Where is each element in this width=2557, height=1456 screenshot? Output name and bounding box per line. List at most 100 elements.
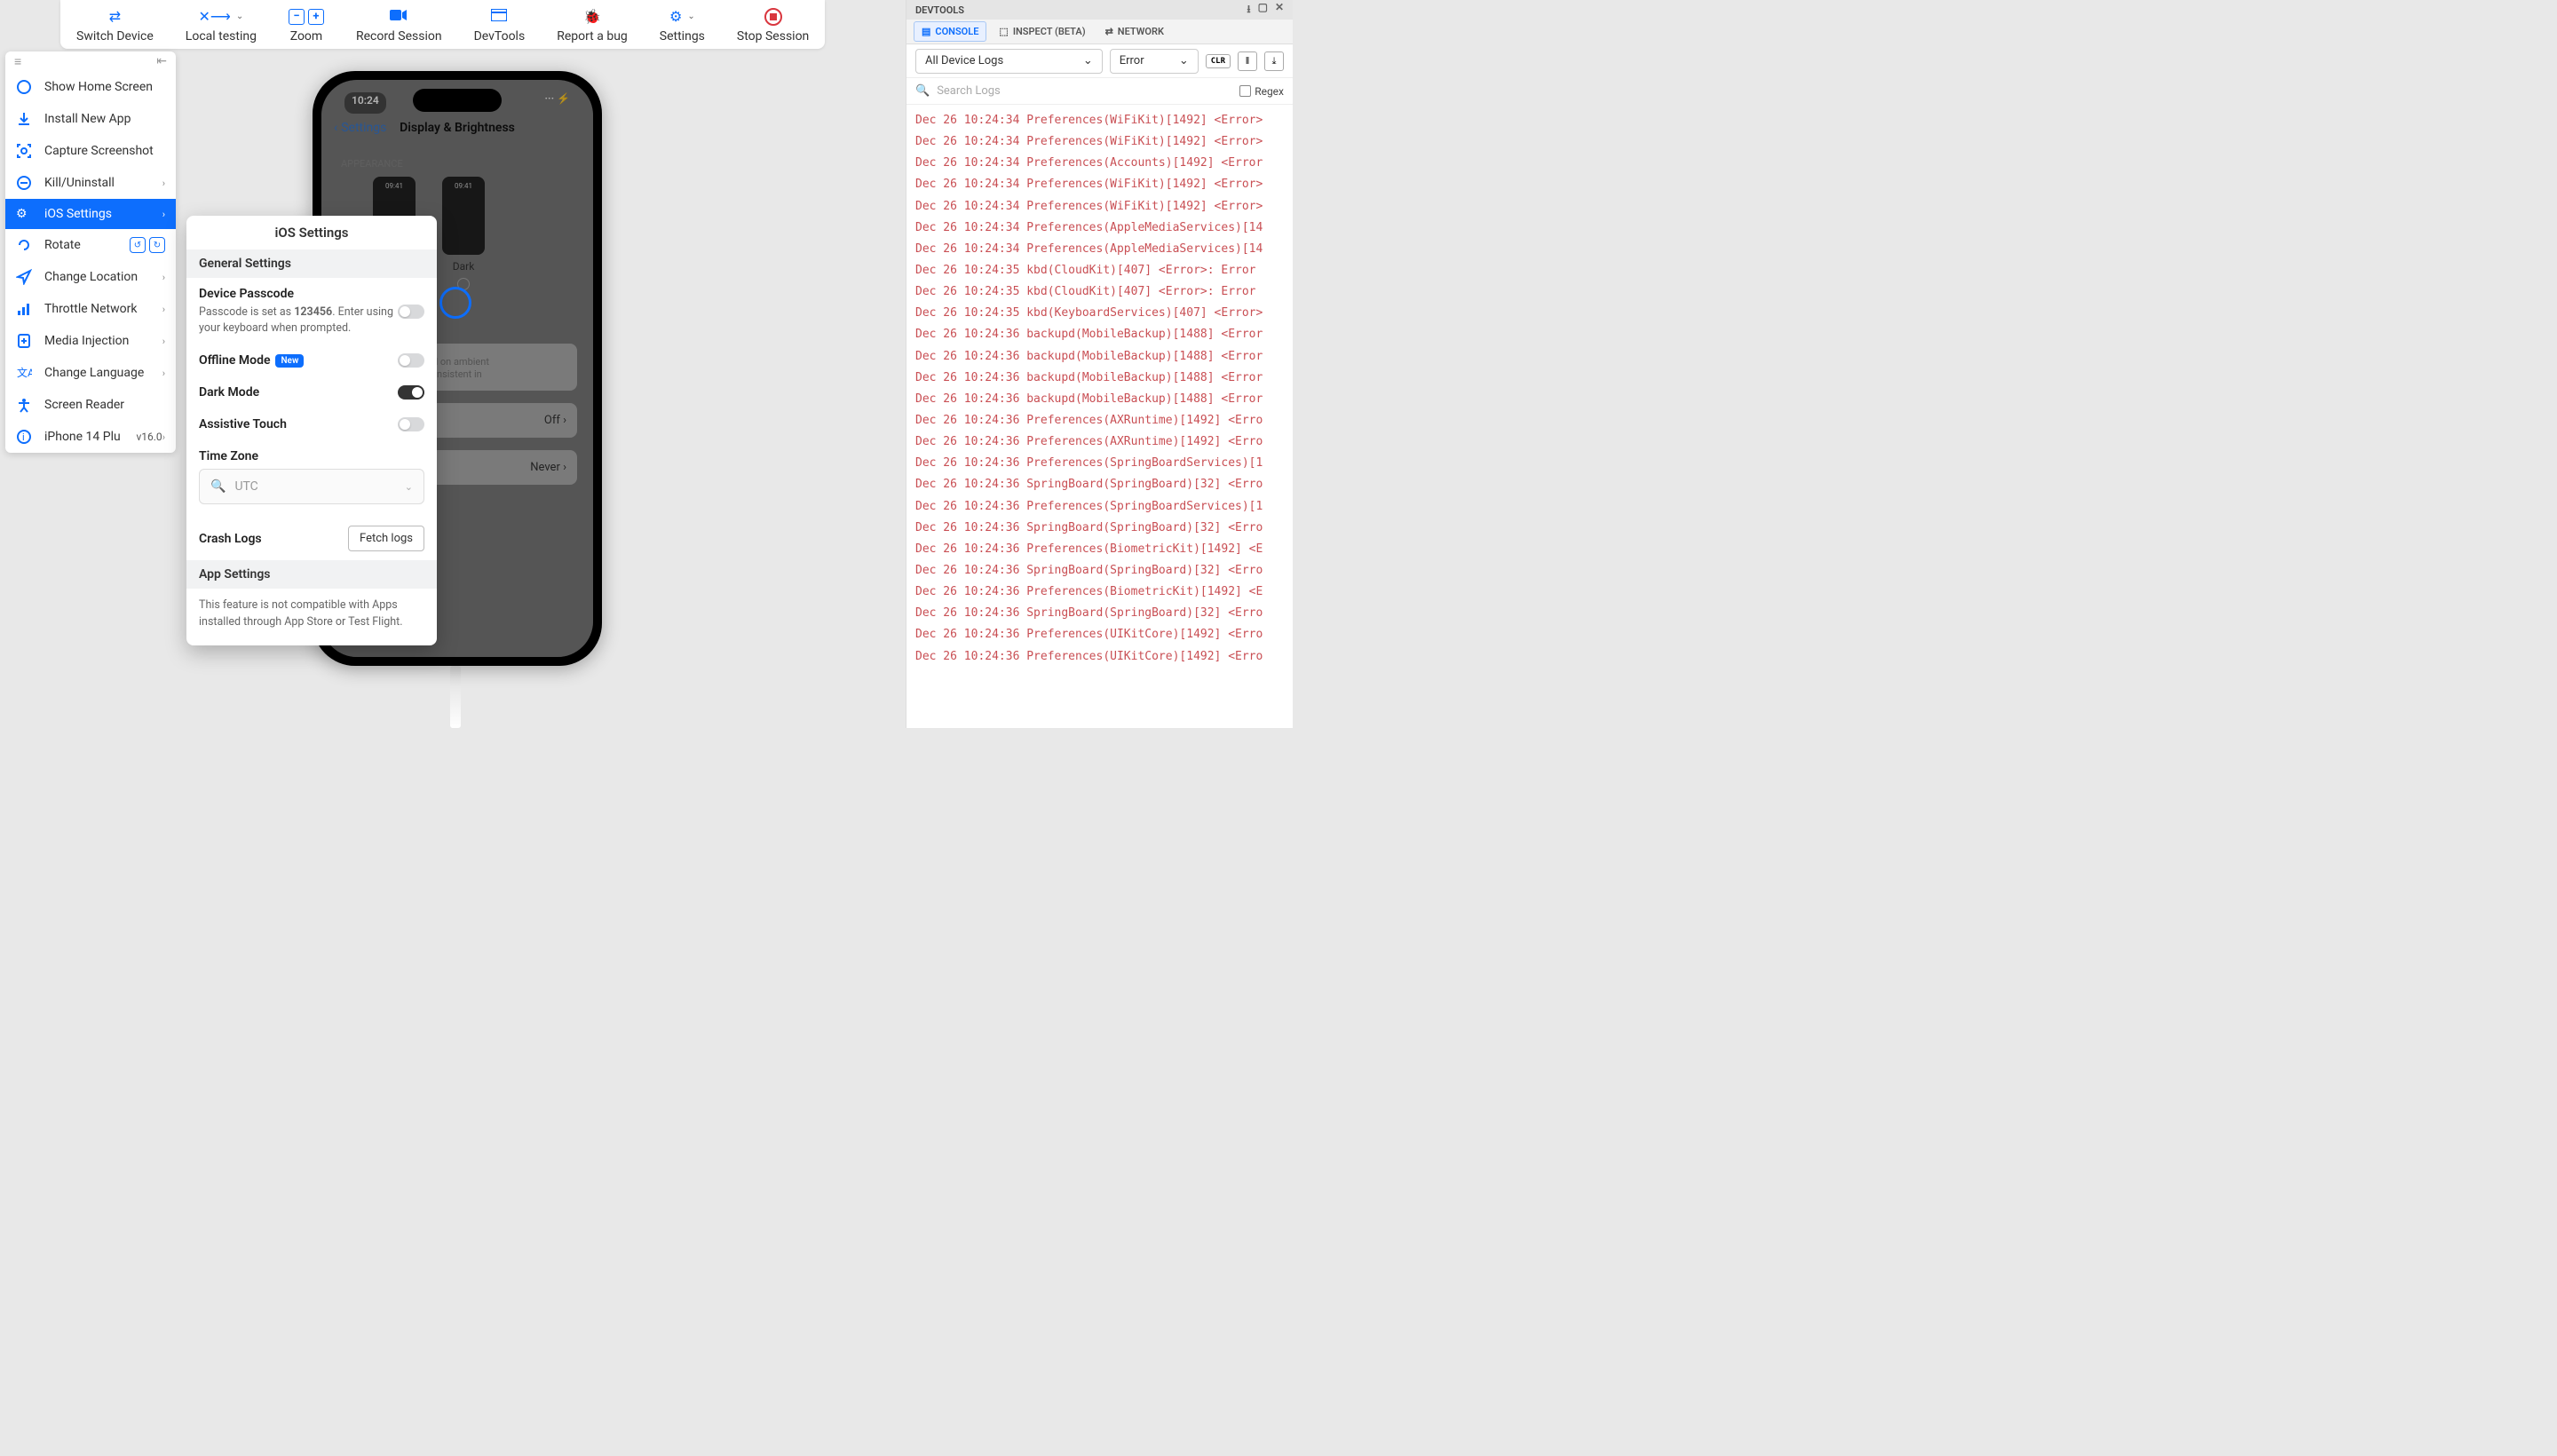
sidebar-item-device-info[interactable]: i iPhone 14 Plu v16.0 › [5, 421, 176, 453]
sidebar-item-screenshot[interactable]: Capture Screenshot [5, 135, 176, 167]
log-line[interactable]: Dec 26 10:24:34 Preferences(AppleMediaSe… [906, 239, 1293, 260]
log-line[interactable]: Dec 26 10:24:36 Preferences(UIKitCore)[1… [906, 624, 1293, 645]
log-search[interactable]: 🔍 Search Logs Regex [906, 78, 1293, 105]
devtools-button[interactable]: DevTools [458, 0, 542, 49]
settings-label: Settings [660, 29, 705, 44]
maximize-icon[interactable]: ▢ [1258, 1, 1268, 20]
tab-console[interactable]: ▤CONSOLE [914, 21, 986, 42]
dark-mode-title: Dark Mode [199, 385, 398, 400]
log-line[interactable]: Dec 26 10:24:36 backupd(MobileBackup)[14… [906, 368, 1293, 389]
log-level-select[interactable]: Error⌄ [1110, 49, 1199, 74]
chevron-right-icon: › [162, 431, 165, 443]
log-line[interactable]: Dec 26 10:24:36 SpringBoard(SpringBoard)… [906, 560, 1293, 582]
log-line[interactable]: Dec 26 10:24:36 Preferences(SpringBoardS… [906, 453, 1293, 474]
fetch-logs-button[interactable]: Fetch logs [348, 526, 424, 551]
log-line[interactable]: Dec 26 10:24:36 SpringBoard(SpringBoard)… [906, 518, 1293, 539]
offline-toggle[interactable] [398, 353, 424, 368]
log-line[interactable]: Dec 26 10:24:36 Preferences(AXRuntime)[1… [906, 431, 1293, 453]
close-icon[interactable]: ✕ [1275, 1, 1284, 20]
switch-device-button[interactable]: ⇄ Switch Device [60, 0, 170, 49]
log-line[interactable]: Dec 26 10:24:35 kbd(CloudKit)[407] <Erro… [906, 281, 1293, 303]
log-line[interactable]: Dec 26 10:24:36 backupd(MobileBackup)[14… [906, 324, 1293, 345]
rotate-right-button[interactable]: ↻ [149, 237, 165, 253]
log-line[interactable]: Dec 26 10:24:36 Preferences(SpringBoardS… [906, 496, 1293, 518]
sidebar-item-language[interactable]: 文A Change Language › [5, 357, 176, 389]
log-line[interactable]: Dec 26 10:24:36 backupd(MobileBackup)[14… [906, 389, 1293, 410]
rotate-icon [16, 237, 37, 253]
loading-spinner-icon [439, 287, 471, 319]
pause-button[interactable]: ‖ [1238, 51, 1257, 71]
log-line[interactable]: Dec 26 10:24:36 Preferences(BiometricKit… [906, 582, 1293, 603]
console-output[interactable]: Dec 26 10:24:34 Preferences(WiFiKit)[149… [906, 105, 1293, 728]
circle-icon [16, 79, 37, 95]
devtools-filters: All Device Logs⌄ Error⌄ CLR ‖ ⤓ [906, 44, 1293, 78]
zoom-label: Zoom [290, 29, 323, 44]
log-line[interactable]: Dec 26 10:24:34 Preferences(WiFiKit)[149… [906, 174, 1293, 195]
sidebar-label: Change Location [44, 270, 162, 284]
capture-icon [16, 143, 37, 159]
timezone-select[interactable]: 🔍 UTC ⌄ [199, 469, 424, 504]
log-source-select[interactable]: All Device Logs⌄ [915, 49, 1103, 74]
download-icon[interactable]: ⭳ [1247, 1, 1250, 20]
tab-network[interactable]: ⇄NETWORK [1098, 22, 1171, 41]
regex-checkbox[interactable]: Regex [1239, 85, 1284, 98]
assistive-toggle[interactable] [398, 417, 424, 431]
gear-icon: ⚙ [669, 8, 682, 25]
chevron-right-icon: › [162, 304, 165, 315]
sidebar-item-install[interactable]: Install New App [5, 103, 176, 135]
log-line[interactable]: Dec 26 10:24:36 SpringBoard(SpringBoard)… [906, 603, 1293, 624]
tab-inspect[interactable]: ⬚INSPECT (BETA) [992, 22, 1092, 41]
stop-session-button[interactable]: Stop Session [721, 0, 825, 49]
device-name-label: iPhone 14 Plu [44, 430, 132, 444]
sidebar-item-rotate[interactable]: Rotate ↺ ↻ [5, 229, 176, 261]
log-line[interactable]: Dec 26 10:24:34 Preferences(WiFiKit)[149… [906, 196, 1293, 218]
svg-text:i: i [22, 431, 25, 443]
sidebar-item-reader[interactable]: Screen Reader [5, 389, 176, 421]
sidebar-item-location[interactable]: Change Location › [5, 261, 176, 293]
log-line[interactable]: Dec 26 10:24:34 Preferences(Accounts)[14… [906, 153, 1293, 174]
collapse-icon[interactable]: ⇤ [156, 54, 167, 68]
scroll-bottom-button[interactable]: ⤓ [1264, 51, 1284, 71]
report-bug-button[interactable]: 🐞 Report a bug [541, 0, 644, 49]
download-icon [16, 111, 37, 127]
zoom-out-icon[interactable]: − [289, 9, 305, 25]
dark-mode-toggle[interactable] [398, 385, 424, 400]
chevron-down-icon: ⌄ [687, 12, 694, 21]
chevron-right-icon: › [162, 209, 165, 220]
log-line[interactable]: Dec 26 10:24:34 Preferences(WiFiKit)[149… [906, 110, 1293, 131]
sidebar-item-home[interactable]: Show Home Screen [5, 71, 176, 103]
sidebar-item-ios-settings[interactable]: ⚙ iOS Settings › [5, 199, 176, 229]
settings-button[interactable]: ⚙ ⌄ Settings [644, 0, 721, 49]
timezone-row: Time Zone [186, 440, 437, 463]
zoom-button[interactable]: − + Zoom [273, 0, 340, 49]
zoom-in-icon[interactable]: + [308, 9, 324, 25]
window-icon [491, 8, 507, 25]
sidebar-label: Throttle Network [44, 302, 162, 316]
clear-button[interactable]: CLR [1206, 54, 1231, 68]
hamburger-icon[interactable]: ≡ [14, 54, 21, 69]
rotate-left-button[interactable]: ↺ [130, 237, 146, 253]
local-testing-button[interactable]: ✕⟶⌄ Local testing [170, 0, 273, 49]
record-session-button[interactable]: Record Session [340, 0, 458, 49]
log-line[interactable]: Dec 26 10:24:34 Preferences(AppleMediaSe… [906, 218, 1293, 239]
bug-icon: 🐞 [583, 8, 601, 25]
search-placeholder: Search Logs [937, 84, 1232, 98]
app-settings-header: App Settings [186, 560, 437, 589]
chevron-right-icon: › [162, 336, 165, 347]
log-line[interactable]: Dec 26 10:24:35 kbd(KeyboardServices)[40… [906, 303, 1293, 324]
ios-settings-panel: iOS Settings General Settings Device Pas… [186, 216, 437, 645]
devtools-header: DEVTOOLS ⭳ ▢ ✕ [906, 0, 1293, 20]
sidebar-item-throttle[interactable]: Throttle Network › [5, 293, 176, 325]
passcode-toggle[interactable] [398, 305, 424, 319]
log-line[interactable]: Dec 26 10:24:36 Preferences(AXRuntime)[1… [906, 410, 1293, 431]
log-line[interactable]: Dec 26 10:24:36 Preferences(BiometricKit… [906, 539, 1293, 560]
log-line[interactable]: Dec 26 10:24:34 Preferences(WiFiKit)[149… [906, 131, 1293, 153]
log-line[interactable]: Dec 26 10:24:36 SpringBoard(SpringBoard)… [906, 474, 1293, 495]
log-line[interactable]: Dec 26 10:24:35 kbd(CloudKit)[407] <Erro… [906, 260, 1293, 281]
device-passcode-row: Device Passcode Passcode is set as 12345… [186, 278, 437, 344]
sidebar-item-kill[interactable]: Kill/Uninstall › [5, 167, 176, 199]
shuffle-icon: ✕⟶ [199, 8, 231, 25]
sidebar-item-media[interactable]: Media Injection › [5, 325, 176, 357]
log-line[interactable]: Dec 26 10:24:36 backupd(MobileBackup)[14… [906, 346, 1293, 368]
log-line[interactable]: Dec 26 10:24:36 Preferences(UIKitCore)[1… [906, 646, 1293, 668]
